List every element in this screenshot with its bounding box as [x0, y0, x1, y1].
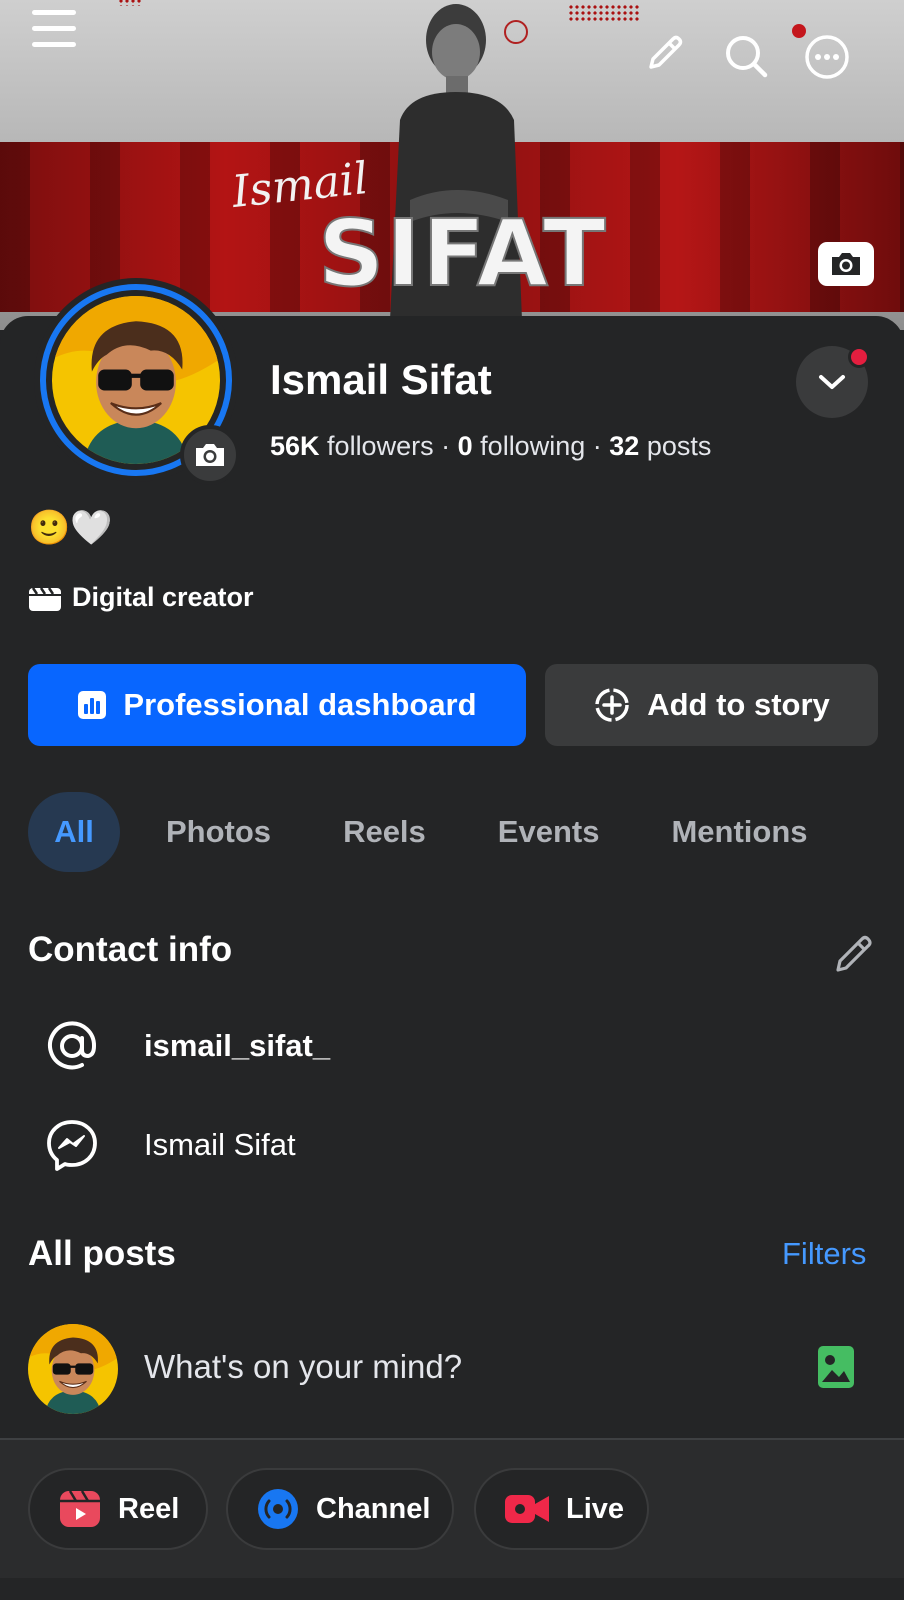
add-story-icon: [595, 688, 629, 722]
add-to-story-button[interactable]: Add to story: [545, 664, 878, 746]
reel-button[interactable]: Reel: [28, 1468, 208, 1550]
stats-separator: ·: [592, 431, 602, 461]
bottom-strip: [0, 1578, 904, 1600]
pencil-icon: [836, 935, 872, 972]
channel-button[interactable]: Channel: [226, 1468, 454, 1550]
filters-link[interactable]: Filters: [782, 1236, 866, 1272]
messenger-name: Ismail Sifat: [144, 1127, 296, 1162]
reel-icon: [60, 1490, 100, 1527]
all-posts-title: All posts: [28, 1234, 176, 1273]
edit-profile-picture-button[interactable]: [180, 425, 240, 485]
tab-mentions[interactable]: Mentions: [671, 792, 807, 872]
at-sign-icon: [44, 1018, 100, 1074]
edit-contact-button[interactable]: [832, 932, 876, 976]
notification-dot: [792, 24, 806, 38]
live-button-label: Live: [566, 1492, 625, 1525]
profile-stats: 56K followers · 0 following · 32 posts: [270, 431, 711, 462]
tab-all[interactable]: All: [28, 792, 120, 872]
tab-reels[interactable]: Reels: [343, 792, 426, 872]
more-icon[interactable]: [800, 30, 854, 84]
channel-icon: [258, 1489, 298, 1529]
notification-dot: [848, 346, 870, 368]
camera-icon: [196, 444, 224, 466]
profile-category: Digital creator: [28, 582, 254, 613]
instagram-handle: ismail_sifat_: [144, 1028, 331, 1063]
avatar-illustration: [28, 1324, 118, 1414]
messenger-icon: [44, 1117, 100, 1173]
channel-button-label: Channel: [316, 1492, 431, 1525]
pencil-icon[interactable]: [640, 30, 688, 78]
profile-name: Ismail Sifat: [270, 356, 492, 403]
photo-icon[interactable]: [816, 1344, 856, 1390]
composer-avatar[interactable]: [28, 1324, 118, 1414]
profile-bio: 🙂🤍: [28, 509, 113, 547]
live-button[interactable]: Live: [474, 1468, 649, 1550]
composer-input[interactable]: What's on your mind?: [144, 1348, 462, 1386]
stats-separator: ·: [441, 431, 451, 461]
camera-icon: [832, 253, 860, 275]
menu-icon[interactable]: [28, 6, 80, 52]
tab-photos[interactable]: Photos: [166, 792, 271, 872]
live-video-icon: [505, 1495, 549, 1523]
story-button-label: Add to story: [647, 687, 830, 722]
contact-messenger-row[interactable]: Ismail Sifat: [44, 1117, 296, 1173]
contact-instagram-row[interactable]: ismail_sifat_: [44, 1018, 330, 1074]
contact-info-title: Contact info: [28, 930, 233, 969]
posts-stat[interactable]: 32 posts: [609, 431, 711, 461]
profile-tabs: All Photos Reels Events Mentions: [28, 792, 808, 872]
professional-dashboard-button[interactable]: Professional dashboard: [28, 664, 526, 746]
chevron-down-icon: [819, 375, 845, 389]
following-stat[interactable]: 0 following: [458, 431, 586, 461]
dashboard-icon: [78, 691, 107, 719]
reel-button-label: Reel: [118, 1492, 180, 1525]
cover-title-text: SIFAT: [317, 199, 608, 308]
dashboard-button-label: Professional dashboard: [123, 687, 477, 722]
clapperboard-icon: [29, 586, 61, 611]
cover-dot-pattern: [568, 4, 640, 22]
cover-dot-pattern-small: [118, 0, 142, 6]
tab-events[interactable]: Events: [498, 792, 600, 872]
category-label: Digital creator: [72, 582, 254, 612]
search-icon[interactable]: [720, 30, 772, 82]
followers-stat[interactable]: 56K followers: [270, 431, 434, 461]
edit-cover-camera-button[interactable]: [818, 242, 874, 286]
